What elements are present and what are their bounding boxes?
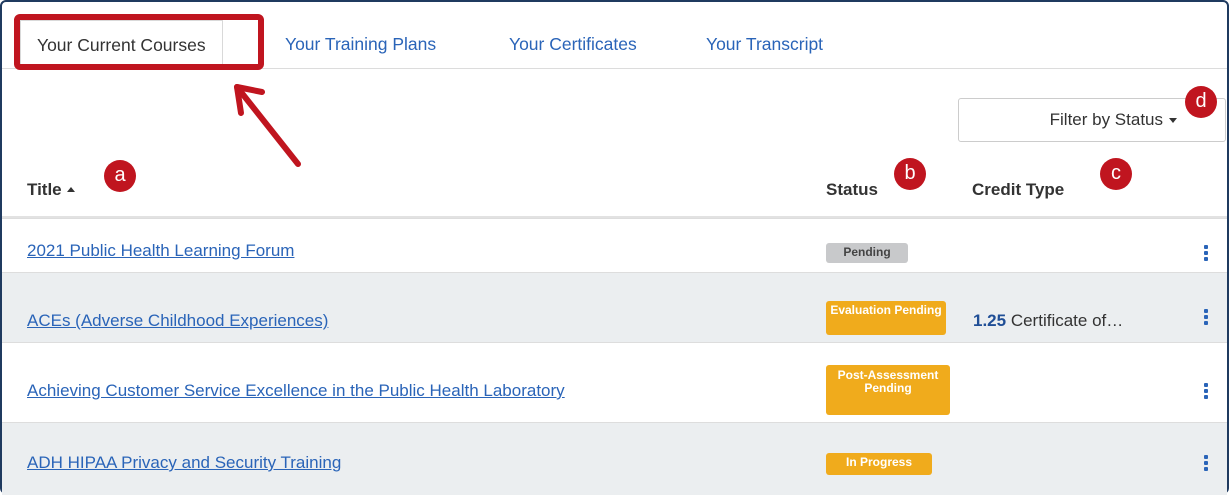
credit-hours: 1.25 [973, 311, 1007, 330]
status-badge: Pending [826, 243, 908, 263]
table-row: 2021 Public Health Learning Forum Pendin… [2, 218, 1227, 273]
course-title-link[interactable]: ACEs (Adverse Childhood Experiences) [27, 311, 328, 331]
table-row: ADH HIPAA Privacy and Security Training … [2, 422, 1227, 495]
row-actions-menu-icon[interactable] [1203, 309, 1209, 325]
course-title-link[interactable]: 2021 Public Health Learning Forum [27, 241, 294, 261]
credit-type-label: Certificate of… [1010, 311, 1124, 330]
row-actions-menu-icon[interactable] [1203, 245, 1209, 261]
status-badge: Evaluation Pending [826, 301, 946, 335]
tab-training-plans[interactable]: Your Training Plans [285, 20, 436, 68]
caret-down-icon [1169, 117, 1177, 123]
column-header-title[interactable]: Title [27, 180, 75, 200]
table-header: Title Status Credit Type [2, 162, 1227, 218]
course-title-link[interactable]: Achieving Customer Service Excellence in… [27, 381, 565, 401]
status-badge: In Progress [826, 453, 932, 475]
annotation-badge-d: d [1185, 86, 1217, 118]
highlight-box [14, 14, 264, 70]
row-actions-menu-icon[interactable] [1203, 455, 1209, 471]
annotation-badge-b: b [894, 158, 926, 190]
column-header-status[interactable]: Status [826, 180, 878, 200]
status-badge: Post-Assessment Pending [826, 365, 950, 415]
table-row: ACEs (Adverse Childhood Experiences) Eva… [2, 272, 1227, 343]
annotation-badge-c: c [1100, 158, 1132, 190]
credit-type-cell: 1.25 Certificate of… [973, 311, 1123, 331]
sort-ascending-icon [66, 187, 75, 192]
row-actions-menu-icon[interactable] [1203, 383, 1209, 399]
filter-label: Filter by Status [1049, 110, 1163, 129]
column-header-credit-type[interactable]: Credit Type [972, 180, 1064, 200]
annotation-arrow-icon [234, 84, 301, 167]
tab-certificates[interactable]: Your Certificates [509, 20, 637, 68]
annotation-badge-a: a [104, 160, 136, 192]
column-header-title-label: Title [27, 180, 62, 199]
tab-transcript[interactable]: Your Transcript [706, 20, 823, 68]
course-title-link[interactable]: ADH HIPAA Privacy and Security Training [27, 453, 341, 473]
table-row: Achieving Customer Service Excellence in… [2, 342, 1227, 423]
